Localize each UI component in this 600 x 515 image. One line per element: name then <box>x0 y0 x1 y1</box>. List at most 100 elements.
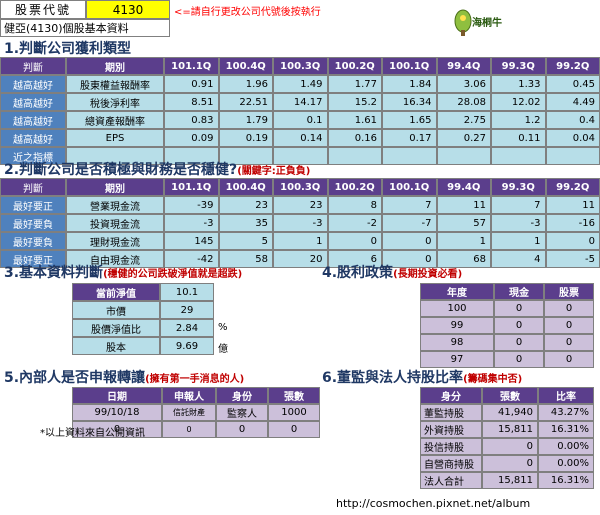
profit-row-name: 稅後淨利率 <box>66 93 164 111</box>
profit-row-value: 1.77 <box>327 75 382 93</box>
cashflow-row-value: -39 <box>164 196 219 214</box>
holding-cell: 投信持股 <box>420 438 482 455</box>
instruction-hint: <=請自行更改公司代號後按執行 <box>174 7 321 18</box>
profit-period-0: 101.1Q <box>164 57 219 75</box>
cashflow-period-1: 100.4Q <box>218 178 273 196</box>
profit-row-value: 0.83 <box>164 111 219 129</box>
cashflow-row-value: -2 <box>327 214 382 232</box>
profit-period-4: 100.1Q <box>382 57 437 75</box>
profit-row-name: EPS <box>66 129 164 147</box>
cashflow-row-value: 0 <box>327 232 382 250</box>
cashflow-row-value: 35 <box>218 214 273 232</box>
cashflow-row-value: -5 <box>545 250 600 268</box>
section2-title: 2.判斷公司是否積極與財務是否穩健?(關鍵字:正負負) <box>4 162 311 178</box>
holding-cell: 0.00% <box>538 455 594 472</box>
dividend-header: 年度 <box>420 283 494 300</box>
footer-url[interactable]: http://cosmochen.pixnet.net/album <box>336 497 530 510</box>
cashflow-judge-header: 判斷 <box>0 178 66 196</box>
cashflow-row-value: 7 <box>382 196 437 214</box>
holding-cell: 15,811 <box>482 421 538 438</box>
section5-note: (擁有第一手消息的人) <box>145 374 245 385</box>
profit-row-value: 0.14 <box>273 129 328 147</box>
profit-row-value <box>436 147 491 165</box>
cashflow-period-3: 100.2Q <box>327 178 382 196</box>
holding-cell: 0 <box>482 455 538 472</box>
profit-row-value: 1.49 <box>273 75 328 93</box>
profit-period-5: 99.4Q <box>436 57 491 75</box>
holding-header: 身分 <box>420 387 482 404</box>
cashflow-row-value: 0 <box>382 232 437 250</box>
logo-text: 海桐牛 <box>472 18 502 29</box>
dividend-cell: 99 <box>420 317 494 334</box>
section4-note: (長期投資必看) <box>393 269 463 280</box>
holding-cell: 自營商持股 <box>420 455 482 472</box>
section3-note: (穩健的公司跌破淨值就是超跌) <box>103 269 243 280</box>
insider-header: 張數 <box>268 387 320 404</box>
profit-row-value: 16.34 <box>382 93 437 111</box>
basic-value: 9.69 <box>160 337 214 355</box>
stock-code-input[interactable]: 4130 <box>86 0 170 19</box>
holding-header: 張數 <box>482 387 538 404</box>
cashflow-row-value: -16 <box>545 214 600 232</box>
dividend-cell: 0 <box>494 334 544 351</box>
insider-cell: 0 <box>162 421 216 438</box>
cashflow-row-judge: 最好要正 <box>0 196 66 214</box>
cashflow-row-value: 7 <box>491 196 546 214</box>
profit-row-value: 1.84 <box>382 75 437 93</box>
dividend-cell: 97 <box>420 351 494 368</box>
profit-row-value: 4.49 <box>545 93 600 111</box>
cashflow-row-value: -3 <box>273 214 328 232</box>
section5-title: 5.內部人是否申報轉讓(擁有第一手消息的人) <box>4 370 245 386</box>
insider-cell: 監察人 <box>216 404 268 421</box>
cashflow-row-value: -7 <box>382 214 437 232</box>
logo: 海桐牛 <box>452 4 508 38</box>
cashflow-row-name: 營業現金流 <box>66 196 164 214</box>
basic-unit: % <box>218 322 228 333</box>
section2-note: (關鍵字:正負負) <box>237 166 311 177</box>
holding-cell: 外資持股 <box>420 421 482 438</box>
profit-row-value: 0.1 <box>273 111 328 129</box>
dividend-cell: 0 <box>544 317 594 334</box>
basic-unit: 億 <box>218 344 228 355</box>
profit-row-value: 15.2 <box>327 93 382 111</box>
dividend-cell: 100 <box>420 300 494 317</box>
profit-row-value: 1.61 <box>327 111 382 129</box>
dividend-header: 股票 <box>544 283 594 300</box>
profit-row-value: 14.17 <box>273 93 328 111</box>
stock-code-label: 股票代號 <box>0 0 86 19</box>
profit-judge-header: 判斷 <box>0 57 66 75</box>
profit-row-value: 1.65 <box>382 111 437 129</box>
profit-period-7: 99.2Q <box>545 57 600 75</box>
profit-row-value: 2.75 <box>436 111 491 129</box>
profit-row-value: 0.11 <box>491 129 546 147</box>
basic-value: 29 <box>160 301 214 319</box>
cashflow-row-value: 11 <box>436 196 491 214</box>
profit-period-header: 期別 <box>66 57 164 75</box>
cashflow-period-6: 99.3Q <box>491 178 546 196</box>
cashflow-row-value: 145 <box>164 232 219 250</box>
insider-footnote: *以上資料來自公開資訊 <box>40 428 145 439</box>
cashflow-row-value: 0 <box>545 232 600 250</box>
profit-row-value: 28.08 <box>436 93 491 111</box>
company-name: 健亞(4130)個股基本資料 <box>0 19 170 37</box>
profit-row-value: 22.51 <box>218 93 273 111</box>
profit-row-judge: 越高越好 <box>0 129 66 147</box>
section4-title: 4.股利政策(長期投資必看) <box>322 265 463 281</box>
dividend-cell: 0 <box>544 334 594 351</box>
profit-row-value: 12.02 <box>491 93 546 111</box>
basic-label: 股價淨值比 <box>72 319 160 337</box>
basic-label: 當前淨值 <box>72 283 160 301</box>
profit-row-value: 1.96 <box>218 75 273 93</box>
cashflow-period-7: 99.2Q <box>545 178 600 196</box>
holding-cell: 16.31% <box>538 472 594 489</box>
cashflow-row-value: 1 <box>273 232 328 250</box>
holding-cell: 董監持股 <box>420 404 482 421</box>
profit-row-value: 0.91 <box>164 75 219 93</box>
profit-row-value: 0.19 <box>218 129 273 147</box>
dividend-cell: 0 <box>544 351 594 368</box>
cashflow-row-judge: 最好要負 <box>0 214 66 232</box>
holding-cell: 43.27% <box>538 404 594 421</box>
cashflow-row-judge: 最好要負 <box>0 232 66 250</box>
section1-title: 1.判斷公司獲利類型 <box>4 41 132 57</box>
cashflow-row-value: 8 <box>327 196 382 214</box>
